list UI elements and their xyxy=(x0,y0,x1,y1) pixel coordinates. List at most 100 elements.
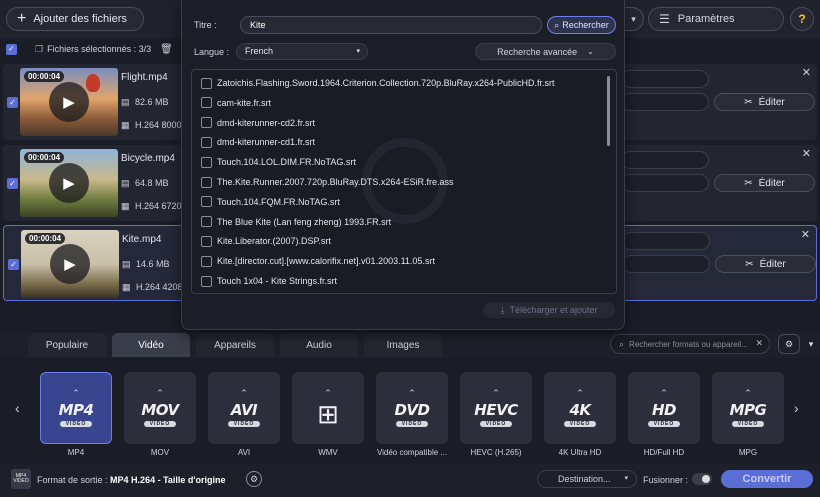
edit-button[interactable]: ✂ Éditer xyxy=(714,93,815,111)
remove-file-icon[interactable]: ✕ xyxy=(802,147,811,160)
remove-file-icon[interactable]: ✕ xyxy=(801,228,810,241)
result-checkbox[interactable] xyxy=(201,196,212,208)
chevron-up-icon[interactable]: ⌃ xyxy=(156,389,164,398)
advanced-search-button[interactable]: Recherche avancée ⌄ xyxy=(475,43,616,60)
title-input[interactable]: Kite xyxy=(240,16,542,34)
merge-toggle[interactable] xyxy=(692,473,712,485)
file-size: ▤ 64.8 MB xyxy=(121,178,169,188)
format-card-4k-ultra-hd[interactable]: ⌃ 4K VIDEO xyxy=(544,372,616,444)
collapse-panel-icon[interactable]: ▾ xyxy=(804,334,818,354)
format-settings-button[interactable]: ⚙ xyxy=(778,334,800,354)
audio-track-select[interactable] xyxy=(621,70,709,88)
chevron-up-icon[interactable]: ⌃ xyxy=(660,389,668,398)
search-icon: ⌕ xyxy=(554,19,560,30)
sliders-icon: ☰ xyxy=(659,12,670,26)
chevron-up-icon[interactable]: ⌃ xyxy=(240,389,248,398)
add-files-button[interactable]: + Ajouter des fichiers xyxy=(6,7,144,31)
subtitle-result-item[interactable]: Touch.104.FQM.FR.NoTAG.srt xyxy=(201,193,340,211)
chevron-up-icon[interactable]: ⌃ xyxy=(324,389,332,398)
select-all-checkbox[interactable]: ✓ xyxy=(6,43,17,55)
trash-icon[interactable]: 🗑 xyxy=(160,44,173,55)
destination-dropdown[interactable]: Destination... ▾ xyxy=(537,470,637,488)
result-filename: Touch.104.FQM.FR.NoTAG.srt xyxy=(217,196,340,207)
format-card-avi[interactable]: ⌃ AVI VIDEO xyxy=(208,372,280,444)
format-logo-sub: VIDEO xyxy=(59,421,93,427)
result-checkbox[interactable] xyxy=(201,176,212,188)
result-filename: cam-kite.fr.srt xyxy=(217,97,272,108)
file-icon: ▤ xyxy=(121,178,130,188)
chevron-left-icon[interactable]: ‹ xyxy=(15,400,20,416)
play-icon[interactable]: ▶ xyxy=(49,163,89,203)
format-card-wmv[interactable]: ⌃ ⊞ xyxy=(292,372,364,444)
settings-button[interactable]: ☰ Paramètres xyxy=(648,7,784,31)
result-checkbox[interactable] xyxy=(201,77,212,89)
tab-images[interactable]: Images xyxy=(364,333,442,357)
file-checkbox[interactable]: ✓ xyxy=(8,259,19,270)
result-checkbox[interactable] xyxy=(201,117,212,129)
result-checkbox[interactable] xyxy=(201,97,212,109)
file-checkbox[interactable]: ✓ xyxy=(7,97,18,108)
result-checkbox[interactable] xyxy=(201,255,212,267)
chevron-up-icon[interactable]: ⌃ xyxy=(744,389,752,398)
subtitle-results-list[interactable]: Zatoichis.Flashing.Sword.1964.Criterion.… xyxy=(191,69,617,294)
subtitle-select[interactable] xyxy=(621,174,709,192)
tab-audio[interactable]: Audio xyxy=(280,333,358,357)
format-card-hevc-h-265[interactable]: ⌃ HEVC VIDEO xyxy=(460,372,532,444)
plus-icon: + xyxy=(17,10,27,27)
search-button[interactable]: ⌕ Rechercher xyxy=(547,16,616,34)
subtitle-result-item[interactable]: Kite.[director.cut].[www.calorifix.net].… xyxy=(201,252,435,270)
format-card-vid-o-compatible[interactable]: ⌃ DVD VIDEO xyxy=(376,372,448,444)
remove-file-icon[interactable]: ✕ xyxy=(802,66,811,79)
result-checkbox[interactable] xyxy=(201,235,212,247)
download-add-button[interactable]: ⤓ Télécharger et ajouter xyxy=(483,302,615,318)
play-icon[interactable]: ▶ xyxy=(49,82,89,122)
audio-track-select[interactable] xyxy=(622,232,710,250)
edit-button[interactable]: ✂ Éditer xyxy=(715,255,816,273)
chevron-up-icon[interactable]: ⌃ xyxy=(576,389,584,398)
result-checkbox[interactable] xyxy=(201,216,212,228)
result-checkbox[interactable] xyxy=(201,136,212,148)
subtitle-result-item[interactable]: dmd-kiterunner-cd2.fr.srt xyxy=(201,114,315,132)
subtitle-result-item[interactable]: Touch 1x04 - Kite Strings.fr.srt xyxy=(201,272,337,290)
file-checkbox[interactable]: ✓ xyxy=(7,178,18,189)
help-button[interactable]: ? xyxy=(790,7,814,31)
chevron-up-icon[interactable]: ⌃ xyxy=(492,389,500,398)
subtitle-select[interactable] xyxy=(621,93,709,111)
convert-button[interactable]: Convertir xyxy=(721,470,813,488)
format-logo-text: MPG xyxy=(729,401,767,419)
format-card-hd-full-hd[interactable]: ⌃ HD VIDEO xyxy=(628,372,700,444)
chevron-right-icon[interactable]: › xyxy=(794,400,799,416)
format-logo-text: AVI xyxy=(230,401,258,419)
subtitle-result-item[interactable]: Kite.Liberator.(2007).DSP.srt xyxy=(201,232,331,250)
format-card-mp4[interactable]: ⌃ MP4 VIDEO xyxy=(40,372,112,444)
tab-video[interactable]: Vidéo xyxy=(112,333,190,357)
result-checkbox[interactable] xyxy=(201,275,212,287)
subtitle-result-item[interactable]: dmd-kiterunner-cd1.fr.srt xyxy=(201,133,315,151)
subtitle-result-item[interactable]: The.Kite.Runner.2007.720p.BluRay.DTS.x26… xyxy=(201,173,453,191)
search-icon: ⌕ xyxy=(619,338,625,349)
format-logo-text: MP4 xyxy=(58,401,94,419)
subtitle-result-item[interactable]: cam-kite.fr.srt xyxy=(201,94,271,112)
audio-track-select[interactable] xyxy=(621,151,709,169)
play-icon[interactable]: ▶ xyxy=(50,244,90,284)
chevron-up-icon[interactable]: ⌃ xyxy=(72,389,80,398)
result-checkbox[interactable] xyxy=(201,156,212,168)
subtitle-search-popup: Titre : Kite ⌕ Rechercher Langue : French… xyxy=(181,0,625,330)
subtitle-result-item[interactable]: The Blue Kite (Lan feng zheng) 1993.FR.s… xyxy=(201,213,391,231)
chevron-up-icon[interactable]: ⌃ xyxy=(408,389,416,398)
output-settings-icon[interactable]: ⚙ xyxy=(246,471,262,487)
tab-devices[interactable]: Appareils xyxy=(196,333,274,357)
scrollbar[interactable] xyxy=(607,76,610,146)
edit-button[interactable]: ✂ Éditer xyxy=(714,174,815,192)
language-select[interactable]: French ▾ xyxy=(236,43,368,60)
tab-popular[interactable]: Populaire xyxy=(28,333,106,357)
subtitle-select[interactable] xyxy=(622,255,710,273)
format-card-mov[interactable]: ⌃ MOV VIDEO xyxy=(124,372,196,444)
format-card-mpg[interactable]: ⌃ MPG VIDEO xyxy=(712,372,784,444)
subtitle-result-item[interactable]: Touch.104.LOL.DIM.FR.NoTAG.srt xyxy=(201,153,356,171)
format-search-input[interactable]: ⌕ Rechercher formats ou appareil... ✕ xyxy=(610,334,770,354)
double-chevron-icon: ⌄ xyxy=(587,47,594,56)
subtitle-result-item[interactable]: Zatoichis.Flashing.Sword.1964.Criterion.… xyxy=(201,74,555,92)
format-label: MP4 xyxy=(67,448,85,457)
clear-icon: ✕ xyxy=(755,338,763,348)
